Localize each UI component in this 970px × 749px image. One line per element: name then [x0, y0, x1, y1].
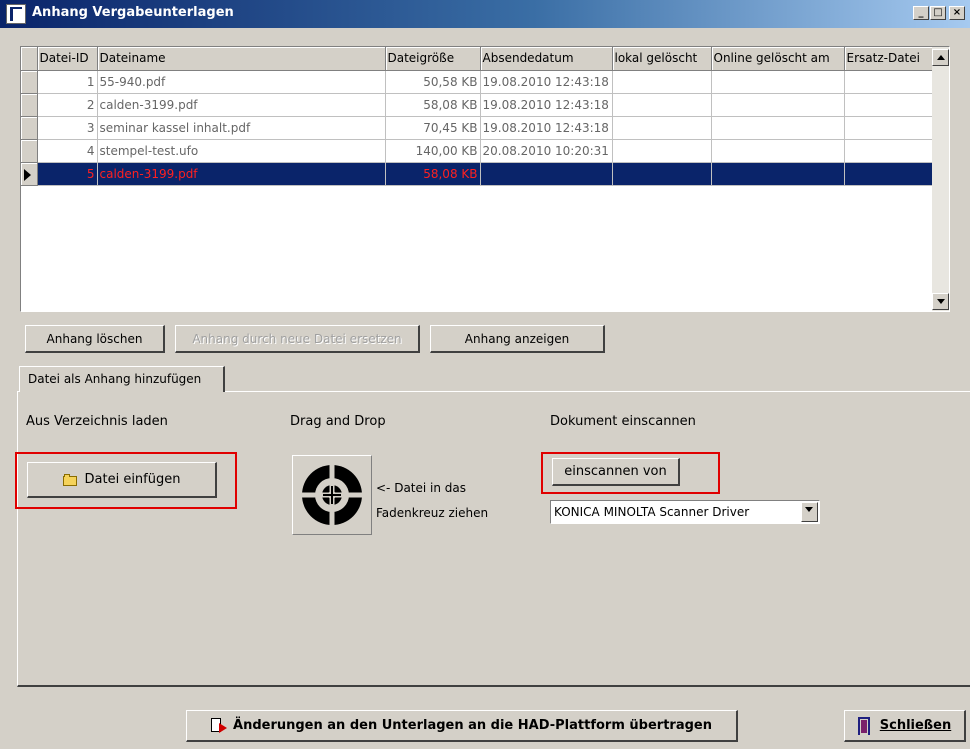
attachments-grid[interactable]: Datei-ID Dateiname Dateigröße Absendedat…: [20, 46, 950, 312]
transfer-changes-button[interactable]: Änderungen an den Unterlagen an die HAD-…: [186, 710, 738, 742]
cell-replacement: [844, 93, 933, 117]
cell-id: 4: [37, 139, 98, 163]
scan-heading: Dokument einscannen: [550, 414, 696, 429]
scan-from-button[interactable]: einscannen von: [552, 458, 680, 486]
cell-replacement: [844, 139, 933, 163]
attachments-table: Datei-ID Dateiname Dateigröße Absendedat…: [21, 47, 933, 186]
cell-date: [480, 162, 613, 186]
cell-local-deleted: [612, 116, 712, 140]
row-indicator[interactable]: [21, 93, 38, 117]
cell-id: 3: [37, 116, 98, 140]
scanner-dropdown-button[interactable]: [801, 502, 818, 522]
column-header-name[interactable]: Dateiname: [97, 47, 386, 71]
dragdrop-heading: Drag and Drop: [290, 414, 386, 429]
cell-size: 70,45 KB: [385, 116, 481, 140]
cell-online-deleted: [711, 93, 845, 117]
minimize-button[interactable]: _: [913, 6, 929, 20]
arrow-up-icon: [937, 55, 945, 60]
tab-add-file[interactable]: Datei als Anhang hinzufügen: [19, 366, 225, 392]
dragdrop-hint-line2: Fadenkreuz ziehen: [376, 506, 489, 520]
close-window-label: Schließen: [879, 718, 952, 733]
drop-target[interactable]: [292, 455, 372, 535]
header-indicator-cell: [21, 47, 38, 71]
row-indicator-current[interactable]: [21, 162, 38, 186]
row-indicator[interactable]: [21, 70, 38, 94]
table-row-selected[interactable]: 5 calden-3199.pdf 58,08 KB: [21, 162, 933, 186]
cell-id: 2: [37, 93, 98, 117]
cell-date: 19.08.2010 12:43:18: [480, 70, 613, 94]
close-window-button[interactable]: Schließen: [844, 710, 966, 742]
app-icon: [6, 4, 26, 24]
transfer-changes-label: Änderungen an den Unterlagen an die HAD-…: [233, 718, 712, 733]
cell-date: 20.08.2010 10:20:31: [480, 139, 613, 163]
cell-name: calden-3199.pdf: [97, 162, 386, 186]
dragdrop-hint-line1: <- Datei in das: [376, 481, 467, 495]
cell-date: 19.08.2010 12:43:18: [480, 116, 613, 140]
column-header-date[interactable]: Absendedatum: [480, 47, 613, 71]
cell-name: seminar kassel inhalt.pdf: [97, 116, 386, 140]
cell-online-deleted: [711, 162, 845, 186]
cell-replacement: [844, 162, 933, 186]
column-header-replacement[interactable]: Ersatz-Datei: [844, 47, 933, 71]
row-indicator[interactable]: [21, 139, 38, 163]
cell-replacement: [844, 116, 933, 140]
scanner-select[interactable]: KONICA MINOLTA Scanner Driver: [550, 500, 820, 524]
cell-local-deleted: [612, 162, 712, 186]
cell-name: 55-940.pdf: [97, 70, 386, 94]
column-header-local-deleted[interactable]: lokal gelöscht: [612, 47, 712, 71]
maximize-button[interactable]: □: [930, 6, 946, 20]
cell-size: 50,58 KB: [385, 70, 481, 94]
cell-size: 58,08 KB: [385, 162, 481, 186]
cell-local-deleted: [612, 139, 712, 163]
tab-add-file-label: Datei als Anhang hinzufügen: [28, 372, 202, 386]
column-header-size[interactable]: Dateigröße: [385, 47, 481, 71]
scroll-up-button[interactable]: [932, 49, 949, 66]
replace-attachment-button[interactable]: Anhang durch neue Datei ersetzen: [175, 325, 420, 353]
table-row[interactable]: 3 seminar kassel inhalt.pdf 70,45 KB 19.…: [21, 116, 933, 140]
scanner-select-value: KONICA MINOLTA Scanner Driver: [554, 505, 750, 519]
cell-id: 5: [37, 162, 98, 186]
cell-date: 19.08.2010 12:43:18: [480, 93, 613, 117]
table-row[interactable]: 2 calden-3199.pdf 58,08 KB 19.08.2010 12…: [21, 93, 933, 117]
cell-id: 1: [37, 70, 98, 94]
directory-heading: Aus Verzeichnis laden: [26, 414, 168, 429]
show-attachment-button[interactable]: Anhang anzeigen: [430, 325, 605, 353]
grid-vertical-scrollbar[interactable]: [932, 47, 949, 311]
table-header-row: Datei-ID Dateiname Dateigröße Absendedat…: [21, 47, 933, 71]
table-row[interactable]: 1 55-940.pdf 50,58 KB 19.08.2010 12:43:1…: [21, 70, 933, 94]
cell-name: calden-3199.pdf: [97, 93, 386, 117]
cell-size: 140,00 KB: [385, 139, 481, 163]
send-document-icon: [211, 717, 228, 734]
add-file-panel: [17, 391, 970, 687]
cell-online-deleted: [711, 116, 845, 140]
cell-size: 58,08 KB: [385, 93, 481, 117]
cell-online-deleted: [711, 139, 845, 163]
column-header-online-deleted[interactable]: Online gelöscht am: [711, 47, 845, 71]
exit-door-icon: [857, 716, 874, 735]
title-bar[interactable]: Anhang Vergabeunterlagen _ □ ×: [0, 0, 970, 28]
delete-attachment-button[interactable]: Anhang löschen: [25, 325, 165, 353]
cell-local-deleted: [612, 93, 712, 117]
column-header-id[interactable]: Datei-ID: [37, 47, 98, 71]
cell-online-deleted: [711, 70, 845, 94]
row-pointer-icon: [24, 168, 31, 181]
window-title: Anhang Vergabeunterlagen: [32, 5, 234, 20]
insert-file-label: Datei einfügen: [84, 472, 181, 487]
scroll-down-button[interactable]: [932, 293, 949, 310]
cell-replacement: [844, 70, 933, 94]
arrow-down-icon: [937, 299, 945, 304]
cell-name: stempel-test.ufo: [97, 139, 386, 163]
crosshair-icon: [297, 460, 367, 530]
table-row[interactable]: 4 stempel-test.ufo 140,00 KB 20.08.2010 …: [21, 139, 933, 163]
close-button[interactable]: ×: [949, 6, 965, 20]
insert-file-button[interactable]: Datei einfügen: [27, 462, 217, 498]
chevron-down-icon: [805, 507, 813, 512]
cell-local-deleted: [612, 70, 712, 94]
open-folder-icon: [62, 473, 79, 486]
row-indicator[interactable]: [21, 116, 38, 140]
